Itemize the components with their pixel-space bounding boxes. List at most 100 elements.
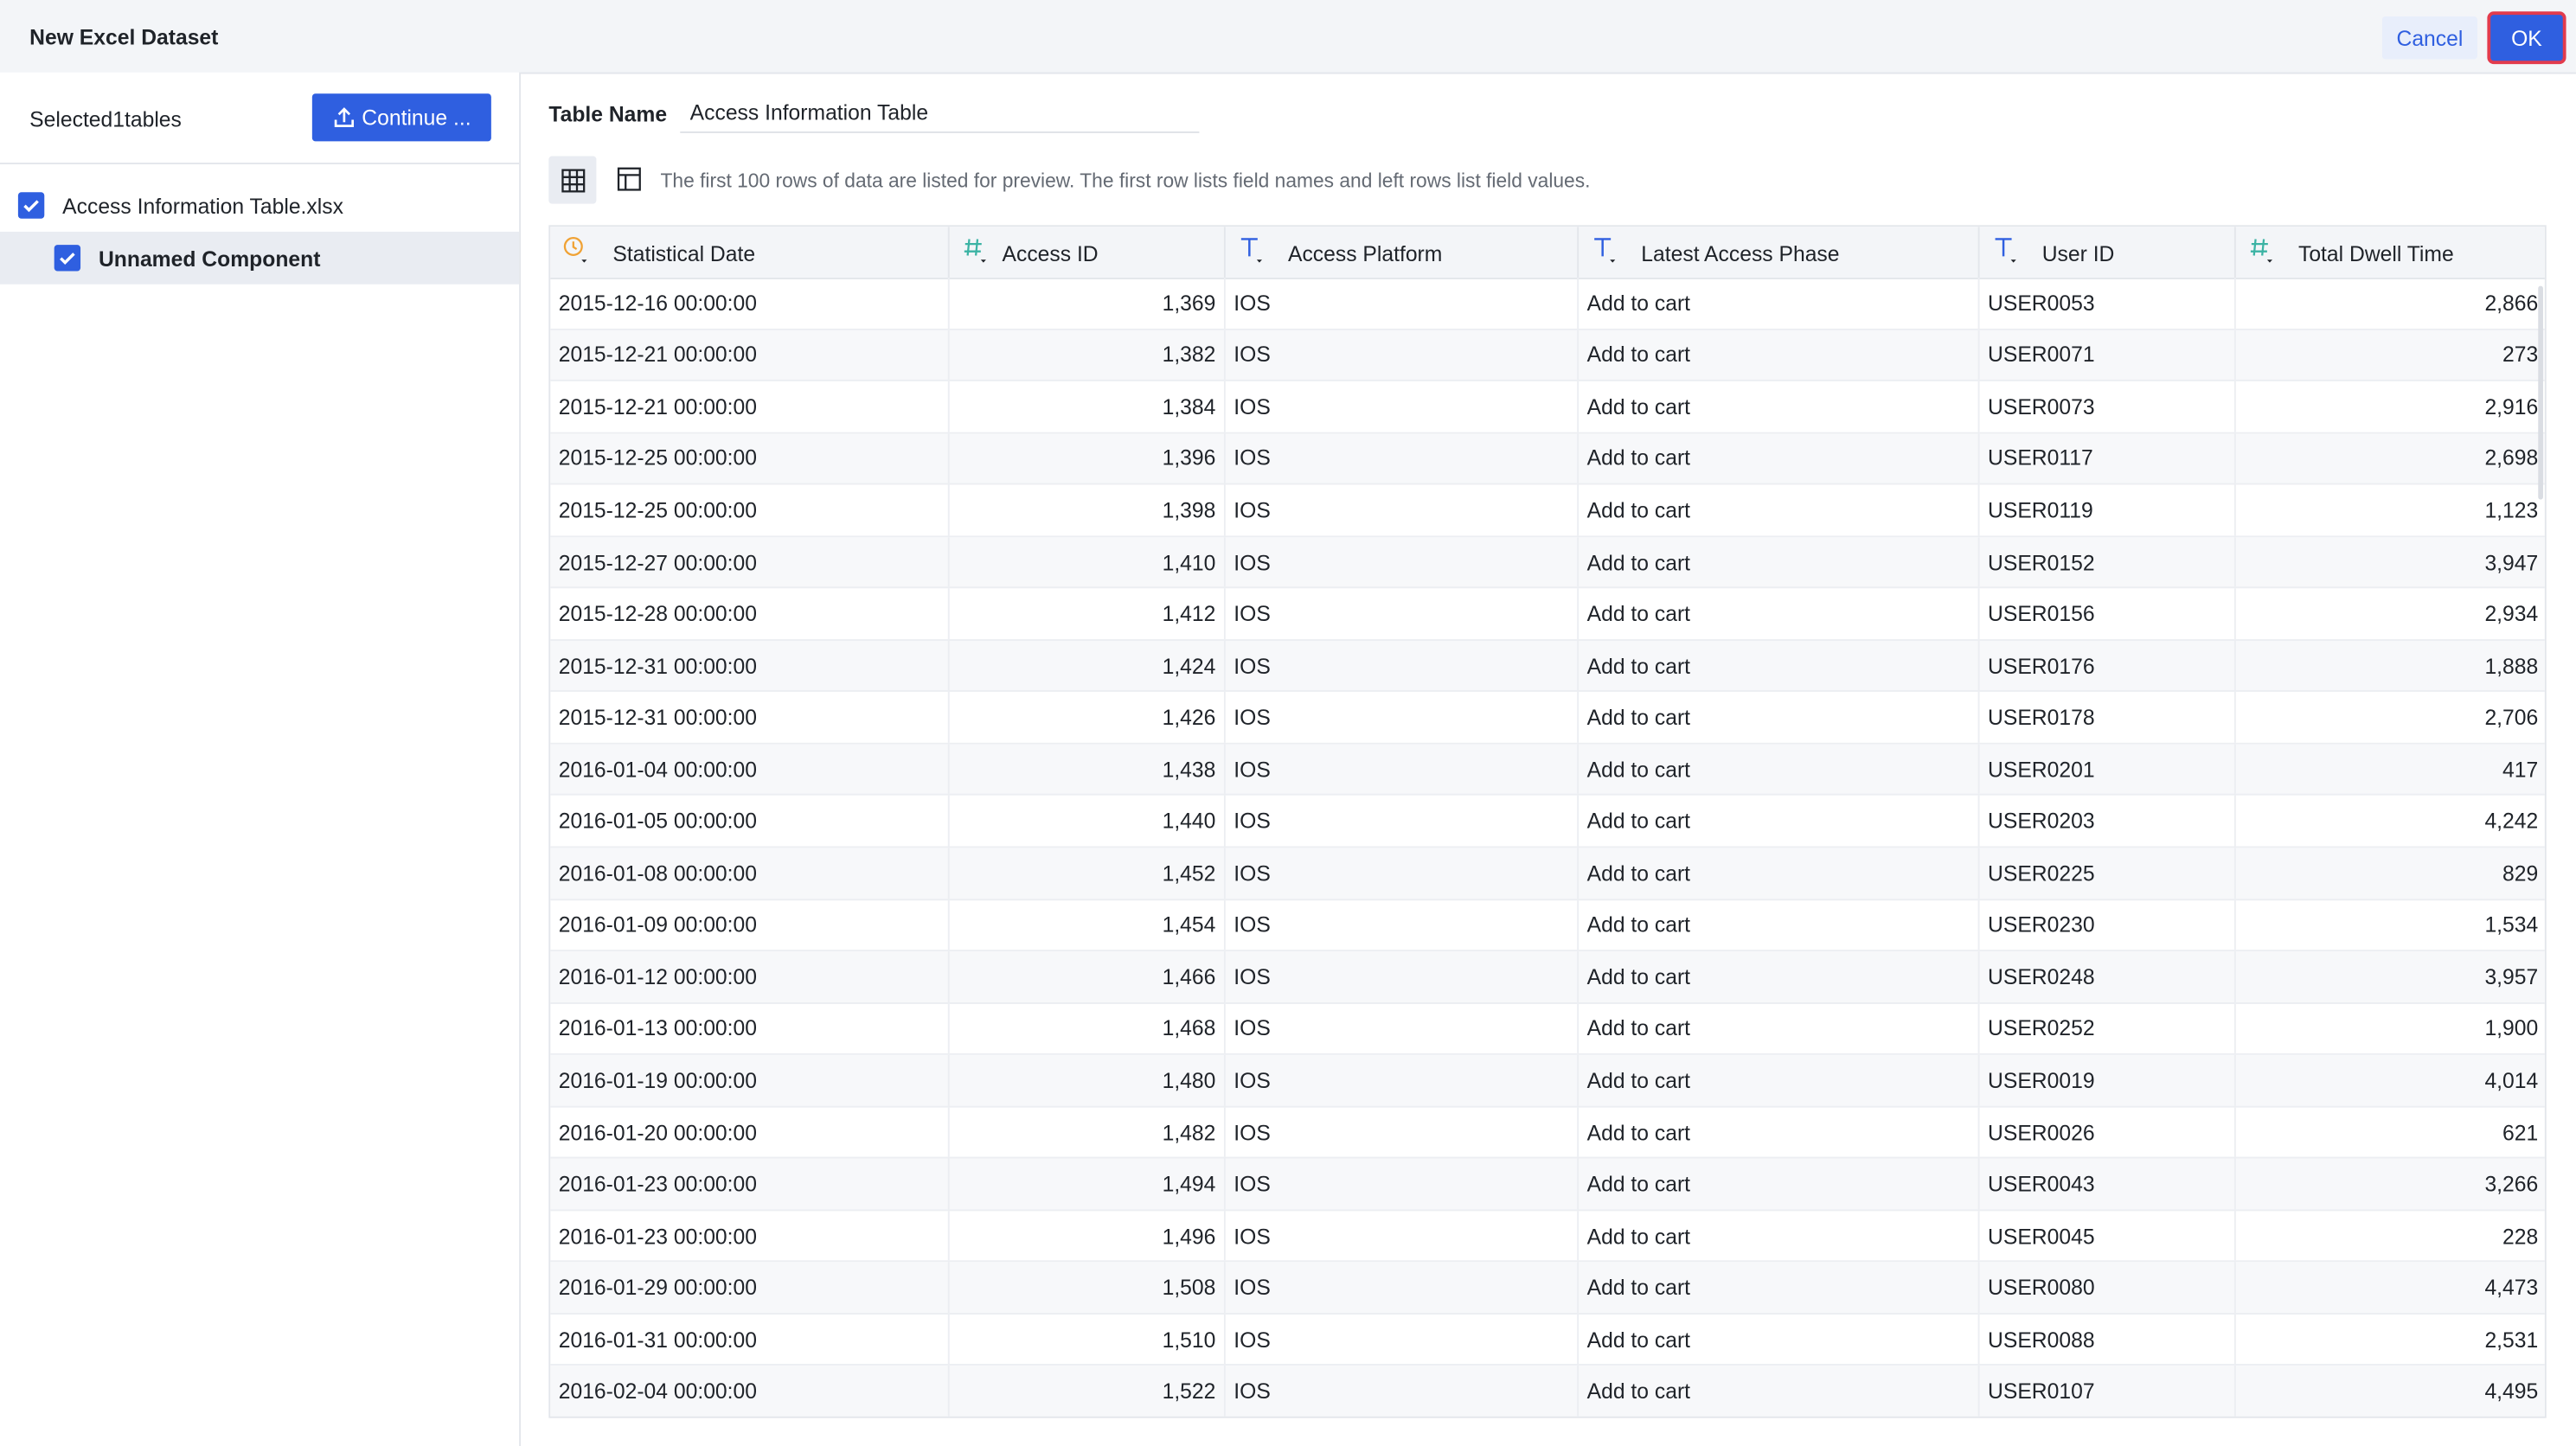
table-cell: Add to cart — [1579, 1262, 1980, 1313]
column-header-label: Total Dwell Time — [2297, 241, 2454, 266]
table-cell: Add to cart — [1579, 640, 1980, 691]
table-cell: IOS — [1226, 330, 1580, 381]
table-cell: 621 — [2236, 1107, 2545, 1157]
component-checkbox[interactable] — [54, 245, 81, 272]
table-cell: 2015-12-28 00:00:00 — [550, 588, 950, 639]
column-header[interactable]: Total Dwell Time — [2236, 227, 2545, 278]
table-cell: 2,531 — [2236, 1315, 2545, 1365]
text-type-icon[interactable] — [1991, 235, 2017, 265]
column-header-label: Access ID — [1002, 241, 1099, 266]
table-cell: USER0073 — [1980, 381, 2236, 432]
table-cell: 2016-01-23 00:00:00 — [550, 1211, 950, 1262]
column-header[interactable]: Access Platform — [1226, 227, 1580, 278]
table-row: 2016-01-29 00:00:00 1,508 IOS Add to cart US… — [550, 1262, 2545, 1315]
column-header[interactable]: Access ID — [950, 227, 1226, 278]
dialog-title: New Excel Dataset — [29, 24, 219, 50]
column-header-label: Latest Access Phase — [1641, 241, 1840, 266]
new-excel-dataset-dialog: New Excel Dataset Cancel OK Selected1tab… — [0, 0, 2576, 1446]
table-cell: USER0071 — [1980, 330, 2236, 381]
column-header[interactable]: Latest Access Phase — [1579, 227, 1980, 278]
file-checkbox[interactable] — [17, 192, 45, 219]
table-cell: 1,494 — [950, 1159, 1226, 1210]
table-cell: Add to cart — [1579, 1366, 1980, 1417]
table-cell: 2016-01-12 00:00:00 — [550, 951, 950, 1002]
table-cell: Add to cart — [1579, 1055, 1980, 1106]
tree-item-component[interactable]: Unnamed Component — [0, 231, 520, 285]
table-cell: 2016-01-23 00:00:00 — [550, 1159, 950, 1210]
table-cell: 2016-01-19 00:00:00 — [550, 1055, 950, 1106]
column-header[interactable]: Statistical Date — [550, 227, 950, 278]
column-header-label: Statistical Date — [612, 241, 756, 266]
table-cell: USER0203 — [1980, 796, 2236, 847]
table-cell: 1,468 — [950, 1003, 1226, 1054]
text-type-icon[interactable] — [1237, 235, 1263, 265]
table-cell: 2015-12-25 00:00:00 — [550, 432, 950, 483]
table-cell: IOS — [1226, 1159, 1580, 1210]
table-cell: 2015-12-25 00:00:00 — [550, 484, 950, 535]
hash-icon[interactable] — [2247, 235, 2273, 265]
table-cell: 1,522 — [950, 1366, 1226, 1417]
table-cell: Add to cart — [1579, 1003, 1980, 1054]
table-cell: 1,382 — [950, 330, 1226, 381]
table-cell: 1,496 — [950, 1211, 1226, 1262]
table-cell: USER0026 — [1980, 1107, 2236, 1158]
preview-table: Statistical Date Access ID Access Platform… — [548, 225, 2547, 1418]
continue-upload-button[interactable]: Continue ... — [311, 93, 491, 142]
table-cell: IOS — [1226, 848, 1580, 899]
table-cell: 2015-12-21 00:00:00 — [550, 330, 950, 381]
table-cell: 1,482 — [950, 1107, 1226, 1158]
cancel-button[interactable]: Cancel — [2381, 16, 2477, 60]
table-row: 2015-12-31 00:00:00 1,424 IOS Add to cart US… — [550, 640, 2545, 693]
table-cell: 1,510 — [950, 1314, 1226, 1365]
table-cell: 2016-01-05 00:00:00 — [550, 796, 950, 847]
table-name-label: Table Name — [548, 101, 668, 127]
table-cell: 1,123 — [2236, 485, 2545, 535]
table-cell: 1,410 — [950, 536, 1226, 587]
table-cell: Add to cart — [1579, 381, 1980, 432]
column-header[interactable]: User ID — [1980, 227, 2236, 278]
table-cell: 2015-12-31 00:00:00 — [550, 640, 950, 691]
table-cell: USER0045 — [1980, 1211, 2236, 1262]
table-cell: Add to cart — [1579, 588, 1980, 639]
table-row: 2016-01-05 00:00:00 1,440 IOS Add to cart US… — [550, 796, 2545, 848]
table-cell: USER0088 — [1980, 1314, 2236, 1365]
table-cell: 2016-01-13 00:00:00 — [550, 1003, 950, 1054]
table-cell: Add to cart — [1579, 432, 1980, 483]
table-cell: Add to cart — [1579, 278, 1980, 329]
tree-item-file[interactable]: Access Information Table.xlsx — [0, 184, 519, 227]
table-cell: IOS — [1226, 899, 1580, 950]
upload-icon — [332, 106, 356, 130]
text-type-icon[interactable] — [1590, 235, 1616, 265]
hash-icon[interactable] — [961, 235, 987, 265]
table-cell: 1,424 — [950, 640, 1226, 691]
table-row: 2015-12-28 00:00:00 1,412 IOS Add to cart US… — [550, 588, 2545, 641]
table-cell: 2016-01-29 00:00:00 — [550, 1262, 950, 1313]
table-cell: 1,454 — [950, 899, 1226, 950]
table-cell: USER0178 — [1980, 692, 2236, 743]
table-cell: 2,916 — [2236, 381, 2545, 432]
table-cell: IOS — [1226, 588, 1580, 639]
table-cell: Add to cart — [1579, 1107, 1980, 1158]
table-cell: USER0248 — [1980, 951, 2236, 1002]
table-cell: 1,369 — [950, 278, 1226, 329]
table-cell: 1,900 — [2236, 1003, 2545, 1053]
table-cell: USER0107 — [1980, 1366, 2236, 1417]
vertical-scrollbar[interactable] — [2538, 285, 2543, 500]
ok-button[interactable]: OK — [2487, 11, 2566, 65]
table-cell: USER0156 — [1980, 588, 2236, 639]
table-cell: IOS — [1226, 951, 1580, 1002]
table-cell: USER0117 — [1980, 432, 2236, 483]
table-cell: IOS — [1226, 484, 1580, 535]
layout-view-button[interactable] — [608, 157, 650, 200]
table-cell: 1,452 — [950, 848, 1226, 899]
table-row: 2016-01-08 00:00:00 1,452 IOS Add to cart US… — [550, 848, 2545, 900]
table-row: 2016-01-20 00:00:00 1,482 IOS Add to cart US… — [550, 1107, 2545, 1160]
table-name-input[interactable] — [680, 93, 1200, 133]
continue-upload-label: Continue ... — [362, 105, 471, 131]
clock-icon[interactable] — [562, 235, 588, 265]
grid-view-button[interactable] — [548, 156, 597, 204]
table-cell: IOS — [1226, 278, 1580, 329]
table-cell: 1,888 — [2236, 641, 2545, 691]
table-cell: 1,412 — [950, 588, 1226, 639]
table-cell: IOS — [1226, 744, 1580, 795]
